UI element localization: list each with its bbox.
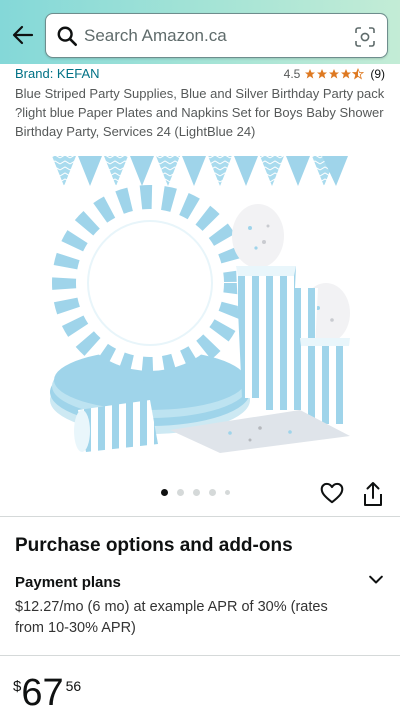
striped-plate bbox=[52, 185, 248, 381]
share-button[interactable] bbox=[361, 480, 387, 508]
back-arrow-icon bbox=[12, 25, 34, 45]
payment-plans-text: $12.27/mo (6 mo) at example APR of 30% (… bbox=[15, 599, 328, 636]
half-star-icon bbox=[352, 68, 365, 80]
divider bbox=[0, 655, 400, 656]
rating-value: 4.5 bbox=[283, 67, 301, 81]
product-title: Blue Striped Party Supplies, Blue and Si… bbox=[15, 86, 385, 139]
search-icon bbox=[57, 26, 77, 46]
payment-plans-title[interactable]: Payment plans bbox=[15, 574, 121, 591]
price-currency: $ bbox=[13, 678, 22, 695]
camera-scan-icon[interactable] bbox=[353, 25, 377, 49]
top-header bbox=[0, 0, 400, 64]
pagination-dot[interactable] bbox=[161, 489, 168, 496]
search-input[interactable] bbox=[84, 23, 344, 49]
chevron-down-icon[interactable] bbox=[366, 570, 386, 590]
back-button[interactable] bbox=[8, 20, 38, 50]
pagination-dot[interactable] bbox=[225, 490, 230, 495]
share-icon bbox=[364, 482, 382, 506]
pagination-dot[interactable] bbox=[193, 489, 200, 496]
product-image[interactable] bbox=[0, 148, 400, 478]
purchase-options-heading: Purchase options and add-ons bbox=[15, 535, 293, 556]
price-fraction: 56 bbox=[65, 678, 82, 694]
brand-link[interactable]: Brand: KEFAN bbox=[15, 66, 100, 81]
price: $ 67 56 bbox=[13, 672, 81, 714]
pagination-dot[interactable] bbox=[209, 489, 216, 496]
star-icon bbox=[305, 69, 316, 79]
star-rating bbox=[304, 68, 365, 80]
star-icon bbox=[329, 69, 340, 79]
search-box[interactable] bbox=[45, 13, 388, 58]
rating-count: (9) bbox=[370, 67, 385, 81]
image-pagination[interactable] bbox=[161, 489, 230, 496]
star-icon bbox=[317, 69, 328, 79]
star-icon bbox=[341, 69, 352, 79]
heart-icon bbox=[320, 482, 344, 504]
price-whole: 67 bbox=[21, 672, 64, 714]
divider bbox=[0, 516, 400, 517]
bunting-banner bbox=[52, 156, 348, 186]
pagination-dot[interactable] bbox=[177, 489, 184, 496]
rating-summary[interactable]: 4.5 (9) bbox=[284, 67, 385, 81]
wishlist-button[interactable] bbox=[318, 480, 346, 506]
